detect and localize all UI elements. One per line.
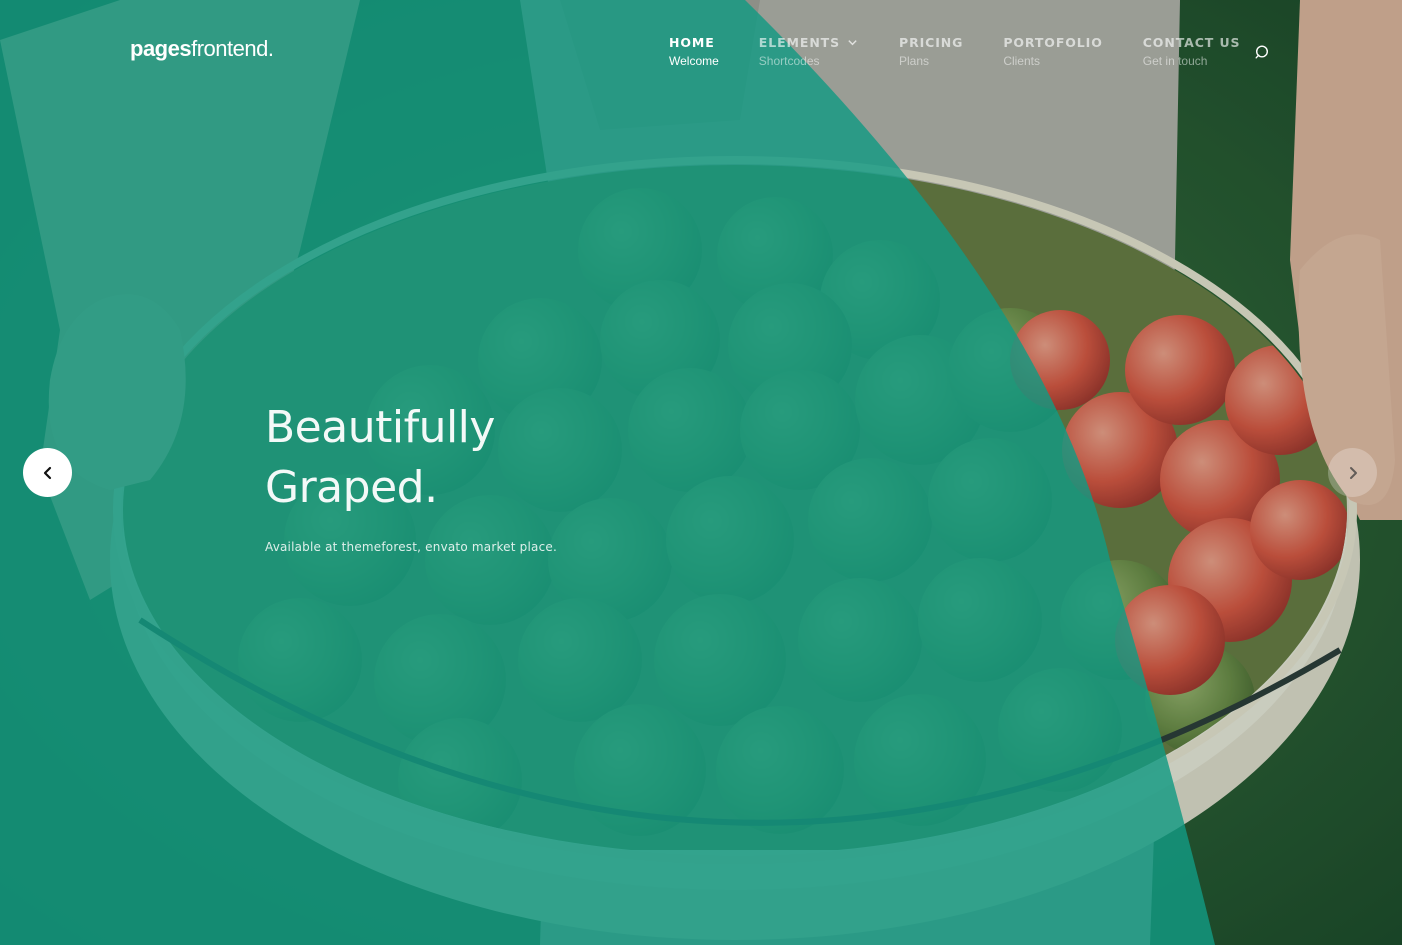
nav-item-label: HOME [669,34,715,50]
nav-item-sublabel: Get in touch [1142,54,1208,68]
site-header: pagesfrontend. HOME Welcome ELEMENTS Sho… [0,0,1402,100]
nav-item-home[interactable]: HOME Welcome [669,34,719,69]
hero-caption: Beautifully Graped. Available at themefo… [265,398,557,554]
nav-item-sublabel: Clients [1003,54,1040,68]
slider-next-button[interactable] [1328,448,1377,497]
nav-item-label: ELEMENTS [758,34,841,50]
main-nav: HOME Welcome ELEMENTS Shortcodes PRICING… [669,34,1280,69]
hero-background-image [0,0,1402,945]
hero-headline: Beautifully Graped. [265,398,557,518]
nav-item-pricing[interactable]: PRICING Plans [899,34,964,69]
nav-item-title-row: ELEMENTS [759,34,858,50]
nav-item-contact[interactable]: CONTACT US Get in touch [1142,34,1241,69]
hero-headline-line-2: Graped. [265,462,438,513]
logo-wordmark-bold: pages [130,36,192,61]
site-logo[interactable]: pagesfrontend. [130,36,274,62]
nav-item-elements[interactable]: ELEMENTS Shortcodes [759,34,858,68]
logo-wordmark-light: frontend. [191,36,274,61]
chevron-left-icon [43,466,51,479]
search-button[interactable] [1254,44,1272,62]
nav-item-sublabel: Shortcodes [758,54,820,68]
nav-item-sublabel: Plans [899,54,930,68]
chevron-right-icon [1349,466,1357,479]
nav-item-label: PORTOFOLIO [1003,34,1103,50]
hero-headline-line-1: Beautifully [265,402,495,453]
chevron-down-icon [848,39,857,45]
hero-subtext: Available at themeforest, envato market … [265,540,557,554]
nav-item-label: PRICING [899,34,964,50]
hero-slider [0,0,1402,945]
nav-item-label: CONTACT US [1142,34,1241,50]
slider-prev-button[interactable] [23,448,72,497]
nav-item-sublabel: Welcome [669,54,719,68]
search-icon [1255,45,1269,59]
nav-item-portfolio[interactable]: PORTOFOLIO Clients [1003,34,1103,69]
